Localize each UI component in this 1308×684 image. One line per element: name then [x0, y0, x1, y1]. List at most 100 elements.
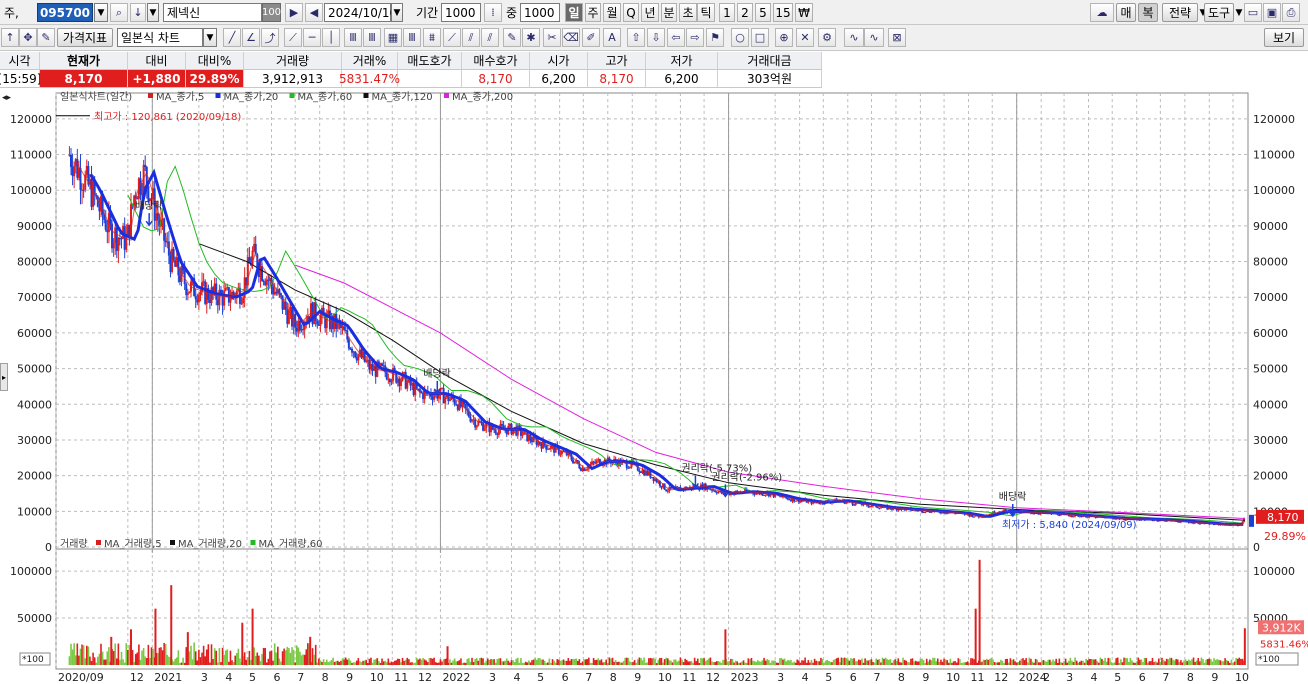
date-dropdown-button[interactable]: ▼ — [391, 3, 403, 22]
period-button-12[interactable]: ₩ — [795, 3, 813, 22]
period-button-5[interactable]: 분 — [661, 3, 677, 22]
magic-wand-icon[interactable]: ✱ — [522, 28, 540, 47]
volume-bar — [379, 662, 382, 665]
quote-header-volume: 거래량 — [244, 52, 342, 70]
delete-icon[interactable]: ✕ — [796, 28, 814, 47]
chart-type-select[interactable]: 일본식 차트 — [117, 28, 203, 47]
open-folder-icon[interactable]: ▭ — [1244, 3, 1262, 22]
chart-type-dropdown-button[interactable]: ▼ — [203, 28, 217, 47]
volume-bar — [138, 644, 140, 665]
save-icon[interactable]: ▣ — [1263, 3, 1281, 22]
volume-bar — [793, 661, 795, 665]
chart-area[interactable]: 0010000100002000020000300003000040000400… — [0, 89, 1308, 684]
volume-bar — [133, 661, 135, 665]
scissors-icon[interactable]: ✂ — [543, 28, 561, 47]
volume-bar — [1134, 662, 1136, 665]
pencil-icon[interactable]: ✎ — [503, 28, 521, 47]
period-button-1[interactable]: 주 — [585, 3, 601, 22]
trend-tool-icon[interactable]: ⤴ — [261, 28, 279, 47]
period-button-9[interactable]: 2 — [737, 3, 753, 22]
volume-bar — [491, 659, 494, 665]
volume-bar — [1143, 657, 1146, 665]
note-icon[interactable]: ✐ — [582, 28, 600, 47]
cloud-icon[interactable]: ☁ — [1090, 3, 1114, 22]
period-button-10[interactable]: 5 — [755, 3, 771, 22]
horizontal-line-icon[interactable]: ─ — [303, 28, 321, 47]
eraser-icon[interactable]: ⌫ — [562, 28, 580, 47]
code-dropdown-button[interactable]: ▼ — [94, 3, 108, 22]
arrow-up-icon[interactable]: ↑ — [1, 28, 19, 47]
rect-tool-icon[interactable]: □ — [751, 28, 769, 47]
move-left-right-icon[interactable]: ✥ — [19, 28, 37, 47]
wave-icon[interactable]: ∿ — [844, 28, 864, 47]
period-button-0[interactable]: 일 — [565, 3, 583, 22]
price-y-tick-right: 20000 — [1253, 470, 1288, 483]
stock-name-field[interactable]: 제넥신 — [163, 3, 262, 22]
text-tool-icon[interactable]: A — [603, 28, 621, 47]
volume-legend-swatch-1 — [170, 540, 175, 545]
view-button[interactable]: 보기 — [1264, 28, 1304, 47]
angle-tool-icon[interactable]: ∠ — [242, 28, 260, 47]
settings-icon[interactable]: ⚙ — [818, 28, 836, 47]
box-arrow-up-icon[interactable]: ⇧ — [627, 28, 645, 47]
sort-dropdown-button[interactable]: ▼ — [147, 3, 159, 22]
volume-bar — [1077, 662, 1080, 665]
vertical-line-icon[interactable]: │ — [322, 28, 340, 47]
period-button-4[interactable]: 년 — [641, 3, 659, 22]
count-input[interactable]: 1000 — [520, 3, 560, 22]
arrow-left-tool-icon[interactable]: ⇦ — [667, 28, 685, 47]
stock-code-input[interactable]: 095700 — [37, 3, 93, 22]
edit-icon[interactable]: ✎ — [37, 28, 55, 47]
period-button-11[interactable]: 15 — [773, 3, 793, 22]
period-input[interactable]: 1000 — [441, 3, 481, 22]
sort-icon[interactable]: ↓ — [130, 3, 146, 22]
strategy-button[interactable]: 전략 — [1162, 3, 1198, 22]
arrow-right-tool-icon[interactable]: ⇨ — [686, 28, 704, 47]
zoom-icon[interactable]: ⊕ — [775, 28, 793, 47]
volume-bar — [995, 662, 997, 665]
volume-bar — [908, 662, 911, 665]
volume-bar — [1142, 662, 1144, 665]
channel-icon[interactable]: ⫽ — [462, 28, 480, 47]
legend-swatch-4 — [444, 93, 449, 98]
volume-bar — [848, 660, 851, 665]
cycle-lines-icon[interactable]: Ⅲ — [403, 28, 421, 47]
period-button-2[interactable]: 월 — [603, 3, 621, 22]
multi-view-button[interactable]: 복 — [1138, 3, 1158, 22]
period-button-8[interactable]: 1 — [719, 3, 735, 22]
tools-button[interactable]: 도구 — [1204, 3, 1234, 22]
wave2-icon[interactable]: ∿ — [864, 28, 884, 47]
print-icon[interactable]: ⎙ — [1282, 3, 1300, 22]
volume-bar — [291, 647, 293, 665]
arrow-down-tool-icon[interactable]: ⇩ — [647, 28, 665, 47]
gann-grid-icon[interactable]: ▦ — [384, 28, 402, 47]
single-view-button[interactable]: 매 — [1116, 3, 1136, 22]
play-forward-icon[interactable]: ▶ — [285, 3, 303, 22]
fibo-retrace-icon[interactable]: Ⅲ — [344, 28, 362, 47]
volume-bar — [422, 657, 424, 665]
circle-tool-icon[interactable]: ○ — [731, 28, 749, 47]
volume-bar — [1112, 662, 1114, 665]
volume-bar — [253, 647, 255, 665]
play-back-icon[interactable]: ◀ — [305, 3, 323, 22]
period-button-7[interactable]: 틱 — [697, 3, 715, 22]
period-button-6[interactable]: 초 — [679, 3, 697, 22]
date-field[interactable]: 2024/10/16 — [324, 3, 397, 22]
fan-tool-icon[interactable]: ⟋ — [284, 28, 302, 47]
period-button-3[interactable]: Q — [623, 3, 639, 22]
fibo-time-icon[interactable]: Ⅲ — [363, 28, 381, 47]
volume-bar — [801, 660, 803, 665]
parallel-icon[interactable]: ⫽ — [481, 28, 499, 47]
andrews-icon[interactable]: ⩩ — [423, 28, 441, 47]
tools-dropdown-icon[interactable]: ▼ — [1234, 3, 1244, 22]
line-tool-icon[interactable]: ╱ — [223, 28, 241, 47]
speed-line-icon[interactable]: ⟋ — [443, 28, 461, 47]
cross-icon[interactable]: ⊠ — [888, 28, 906, 47]
search-icon[interactable]: ⌕ — [110, 3, 128, 22]
left-panel-handle[interactable]: ▸ — [0, 363, 8, 391]
price-indicator-button[interactable]: 가격지표 — [57, 28, 113, 47]
last-price-label: 8,170 — [1267, 511, 1299, 524]
flag-icon[interactable]: ⚑ — [706, 28, 724, 47]
grid-settings-icon[interactable]: ⁞ — [484, 3, 502, 22]
volume-bar — [782, 659, 784, 665]
